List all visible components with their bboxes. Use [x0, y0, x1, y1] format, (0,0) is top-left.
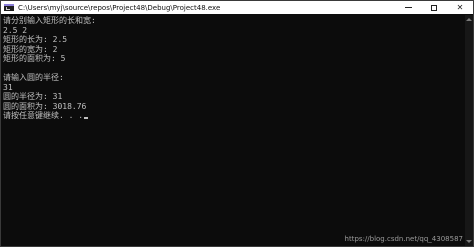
console-output[interactable]: 请分别输入矩形的长和宽: 2.5 2 矩形的长为: 2.5 矩形的宽为: 2 矩…	[3, 16, 463, 242]
console-line: 矩形的长为: 2.5	[3, 35, 68, 44]
title-bar[interactable]: C:\Users\myj\source\repos\Project48\Debu…	[1, 1, 473, 14]
continue-prompt: 请按任意键继续. . .	[3, 111, 84, 120]
console-line: 矩形的宽为: 2	[3, 44, 58, 54]
text-cursor	[84, 117, 89, 119]
console-line: 矩形的面积为: 5	[3, 54, 66, 63]
console-line: 圆的面积为: 3018.76	[3, 101, 87, 111]
scroll-up-arrow-icon[interactable]	[466, 18, 472, 21]
console-line-prompt: 请按任意键继续. . .	[3, 111, 463, 121]
vertical-scrollbar[interactable]	[465, 15, 473, 246]
close-button[interactable]: ✕	[447, 1, 473, 14]
maximize-button[interactable]	[421, 1, 447, 14]
maximize-icon	[431, 4, 437, 11]
console-app-icon	[4, 4, 14, 11]
console-line: 圆的半径为: 31	[3, 92, 63, 101]
minimize-button[interactable]	[395, 1, 421, 14]
console-line: 2.5 2	[3, 25, 28, 35]
console-line: 31	[3, 82, 13, 92]
scroll-down-arrow-icon[interactable]	[466, 240, 472, 243]
window-title: C:\Users\myj\source\repos\Project48\Debu…	[18, 3, 221, 12]
watermark-text: https://blog.csdn.net/qq_4308587	[344, 235, 463, 243]
console-line: 请输入圆的半径:	[3, 73, 64, 82]
window-controls: ✕	[395, 1, 473, 14]
console-line: 请分别输入矩形的长和宽:	[3, 16, 96, 25]
minimize-icon	[404, 7, 412, 8]
console-window: C:\Users\myj\source\repos\Project48\Debu…	[0, 0, 474, 247]
close-icon: ✕	[456, 3, 464, 12]
